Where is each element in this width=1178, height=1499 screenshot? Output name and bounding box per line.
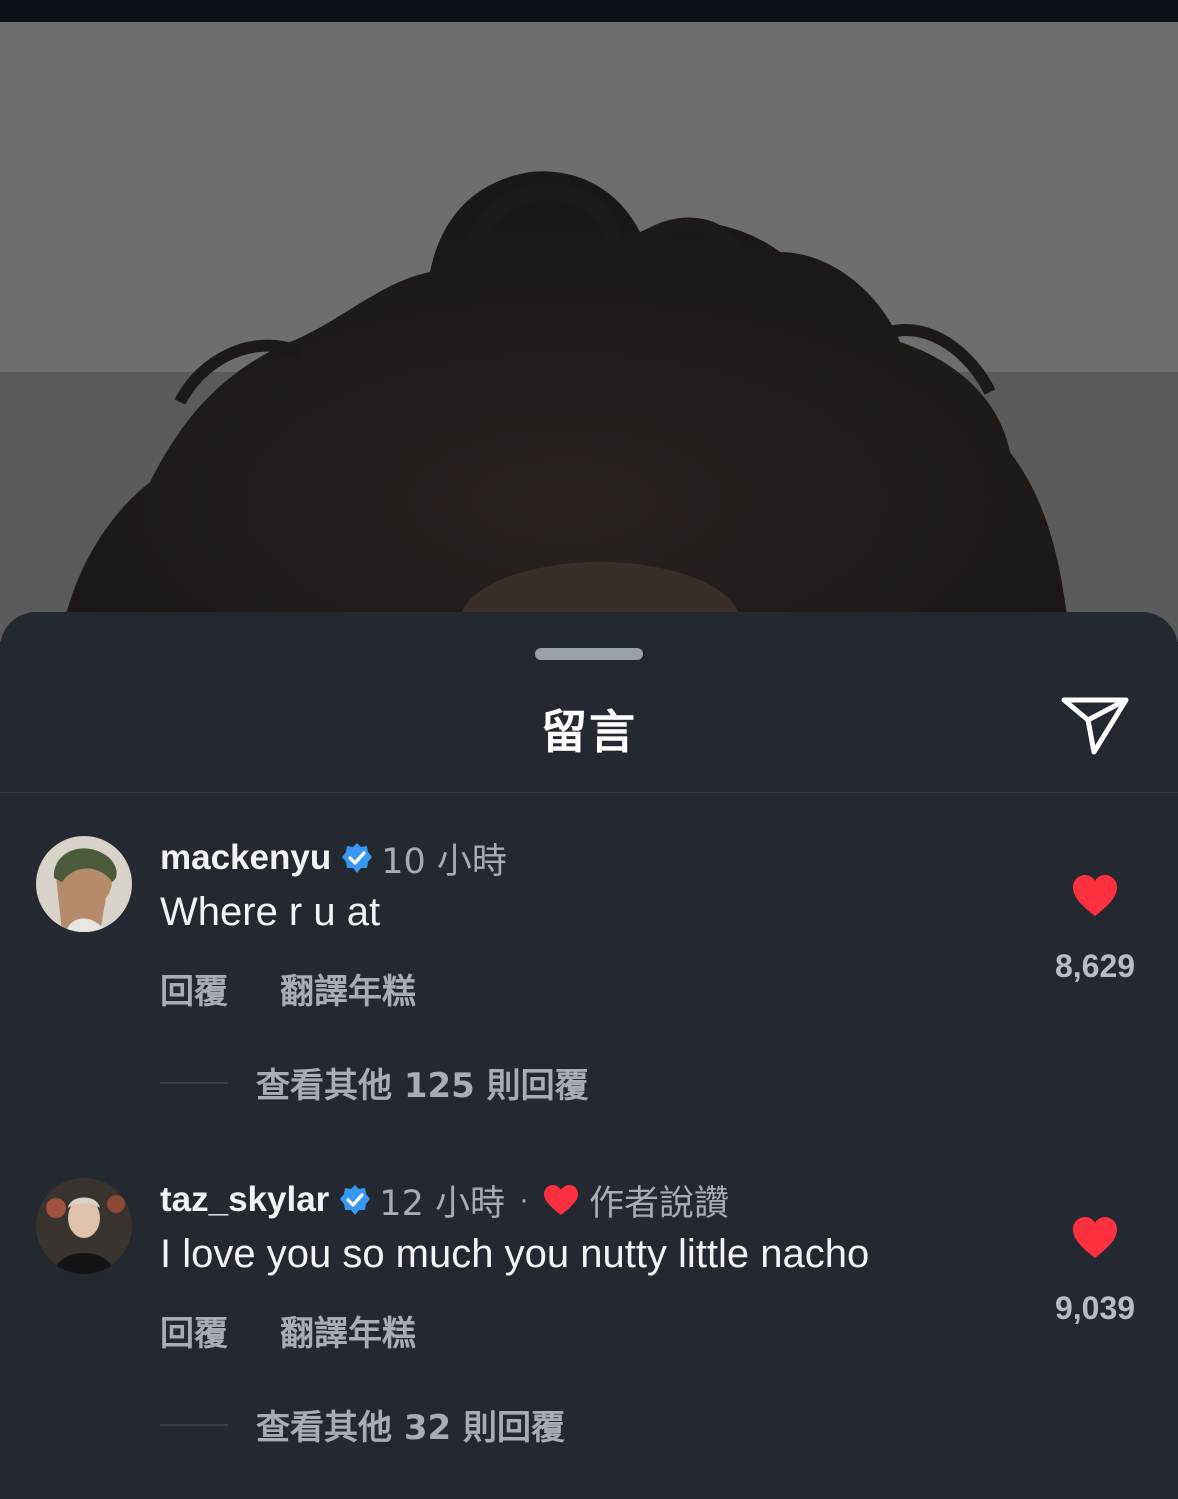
verified-badge-icon	[342, 843, 373, 873]
verified-badge-icon	[340, 1185, 371, 1215]
liked-by-author-label: 作者說讚	[588, 1183, 729, 1224]
view-replies-button[interactable]: 查看其他 125 則回覆	[160, 1058, 589, 1107]
heart-icon[interactable]	[1071, 1216, 1119, 1260]
comment-text: I love you so much you nutty little nach…	[160, 1232, 870, 1276]
view-replies-button[interactable]: 查看其他 32 則回覆	[160, 1400, 565, 1449]
reply-button[interactable]: 回覆	[160, 1306, 228, 1355]
view-replies-label: 查看其他 125 則回覆	[256, 1066, 589, 1106]
status-bar	[0, 0, 1178, 22]
avatar-image	[36, 1178, 132, 1274]
header-divider	[0, 792, 1178, 793]
comments-sheet: 留言 mackenyu 10 小時 Where r u at 回覆 翻譯年糕 8…	[0, 612, 1178, 1499]
like-count: 9,039	[1054, 1290, 1136, 1326]
avatar-image	[36, 836, 132, 932]
author-liked-heart-icon	[543, 1185, 578, 1215]
comment-text: Where r u at	[160, 890, 381, 934]
comment-username[interactable]: mackenyu	[160, 838, 331, 878]
like-count: 8,629	[1054, 948, 1136, 984]
replies-line	[160, 1081, 228, 1084]
view-replies-label: 查看其他 32 則回覆	[256, 1408, 565, 1448]
avatar[interactable]	[36, 1178, 132, 1274]
post-media[interactable]	[0, 22, 1178, 642]
comment-item: mackenyu 10 小時 Where r u at 回覆 翻譯年糕 8,62…	[0, 836, 1178, 1136]
comment-item: taz_skylar 12 小時 · 作者說讚 I love you so mu…	[0, 1178, 1178, 1478]
replies-line	[160, 1423, 228, 1426]
meta-separator: ·	[518, 1183, 529, 1216]
paper-plane-icon	[1061, 697, 1129, 755]
sheet-grabber[interactable]	[535, 648, 643, 660]
share-button[interactable]	[1058, 692, 1132, 758]
comment-username[interactable]: taz_skylar	[160, 1180, 329, 1220]
post-photo-hair	[0, 22, 1178, 642]
heart-icon[interactable]	[1071, 874, 1119, 918]
sheet-title: 留言	[541, 705, 637, 759]
comment-timestamp: 10 小時	[381, 841, 507, 882]
reply-button[interactable]: 回覆	[160, 964, 228, 1013]
translate-button[interactable]: 翻譯年糕	[280, 1306, 416, 1355]
avatar[interactable]	[36, 836, 132, 932]
translate-button[interactable]: 翻譯年糕	[280, 964, 416, 1013]
comment-timestamp: 12 小時	[379, 1183, 505, 1224]
